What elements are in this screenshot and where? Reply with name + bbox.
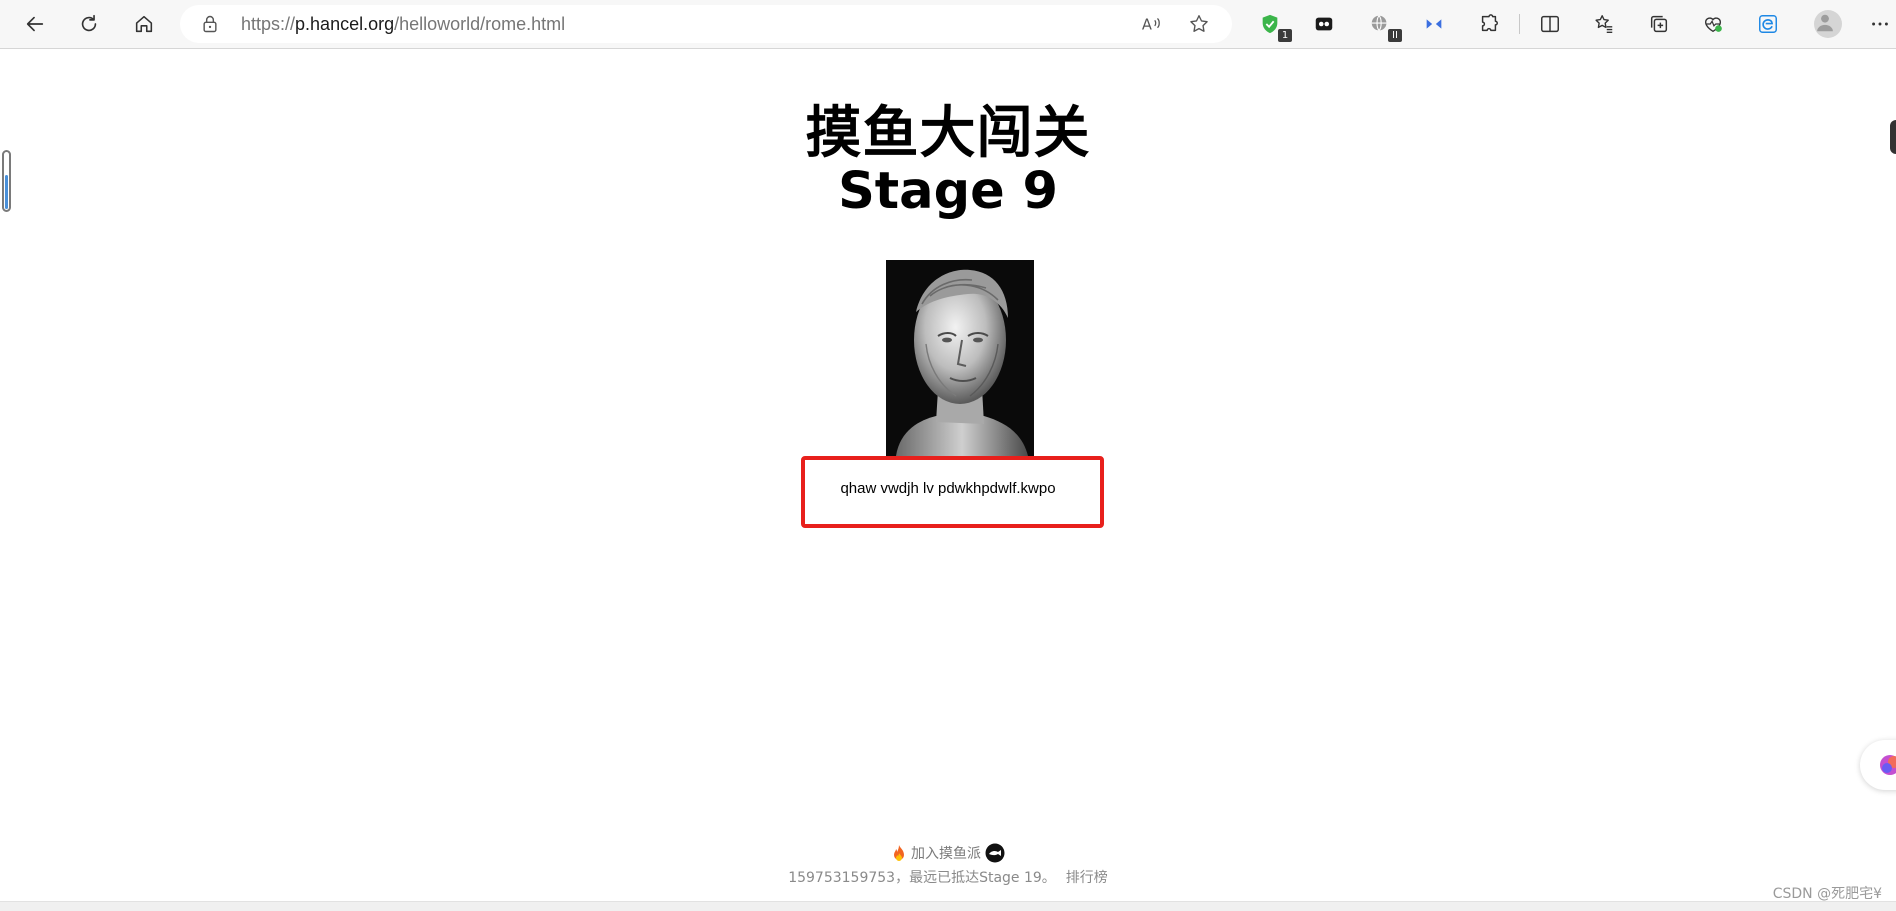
home-icon — [135, 15, 153, 33]
edge-icon — [1759, 15, 1777, 33]
refresh-button[interactable] — [71, 6, 107, 42]
back-button[interactable] — [17, 6, 53, 42]
caesar-bust-image — [886, 260, 1034, 456]
stage-title: Stage 9 — [838, 162, 1058, 221]
bottom-status-strip — [0, 901, 1896, 911]
flame-icon — [894, 845, 904, 861]
read-aloud-icon[interactable]: A — [1140, 13, 1162, 35]
join-row: 加入摸鱼派 — [0, 843, 1896, 863]
url-prefix: https:// — [241, 14, 296, 34]
join-link[interactable]: 加入摸鱼派 — [911, 843, 981, 863]
health-icon — [1704, 17, 1722, 33]
page-title: 摸鱼大闯关 — [805, 101, 1091, 166]
refresh-icon — [81, 14, 97, 32]
more-menu-icon — [1872, 22, 1888, 26]
favorites-button[interactable] — [1586, 6, 1622, 42]
arrows-extension-button[interactable] — [1416, 6, 1452, 42]
toolbar-divider — [1519, 14, 1520, 34]
collections-icon — [1650, 15, 1668, 33]
home-button[interactable] — [126, 6, 162, 42]
floating-assistant-button[interactable] — [1860, 740, 1896, 790]
tab-extension-icon — [1315, 17, 1333, 31]
browser-essentials-button[interactable] — [1695, 6, 1731, 42]
favorite-star-icon[interactable] — [1188, 13, 1210, 35]
leaderboard-link[interactable]: 排行榜 — [1066, 870, 1108, 886]
arrows-extension-icon — [1426, 19, 1442, 29]
csdn-watermark: CSDN @死肥宅¥ — [1772, 886, 1882, 902]
extension-badge: 1 — [1278, 29, 1292, 42]
split-screen-button[interactable] — [1532, 6, 1568, 42]
url-host: p.hancel.org — [295, 14, 395, 34]
split-screen-icon — [1541, 15, 1559, 33]
profile-avatar-icon — [1814, 10, 1842, 38]
player-status: 159753159753，最远已抵达Stage 19。 — [788, 870, 1056, 886]
more-menu-button[interactable] — [1862, 6, 1896, 42]
fish-icon — [985, 843, 1005, 863]
back-icon — [26, 16, 44, 32]
favorites-list-icon — [1595, 15, 1613, 33]
edge-button[interactable] — [1750, 6, 1786, 42]
assistant-icon — [1880, 755, 1896, 775]
globe-extension-button[interactable]: II — [1362, 6, 1402, 42]
url-path: /helloworld/rome.html — [394, 14, 566, 34]
collections-button[interactable] — [1641, 6, 1677, 42]
address-bar[interactable]: https://p.hancel.org/helloworld/rome.htm… — [180, 5, 1232, 43]
puzzle-icon — [1481, 14, 1498, 32]
profile-button[interactable] — [1810, 6, 1846, 42]
extensions-button[interactable] — [1471, 6, 1507, 42]
tab-extension-button[interactable] — [1306, 6, 1342, 42]
extension-badge-paused: II — [1388, 29, 1402, 42]
url-text[interactable]: https://p.hancel.org/helloworld/rome.htm… — [241, 14, 565, 35]
shield-extension-button[interactable]: 1 — [1252, 6, 1292, 42]
browser-toolbar: https://p.hancel.org/helloworld/rome.htm… — [0, 0, 1896, 49]
svg-text:A: A — [1142, 17, 1152, 34]
cipher-text: qhaw vwdjh lv pdwkhpdwlf.kwpo — [840, 480, 1056, 497]
progress-row: 159753159753，最远已抵达Stage 19。 排行榜 — [0, 867, 1896, 887]
lock-icon[interactable] — [200, 14, 220, 34]
